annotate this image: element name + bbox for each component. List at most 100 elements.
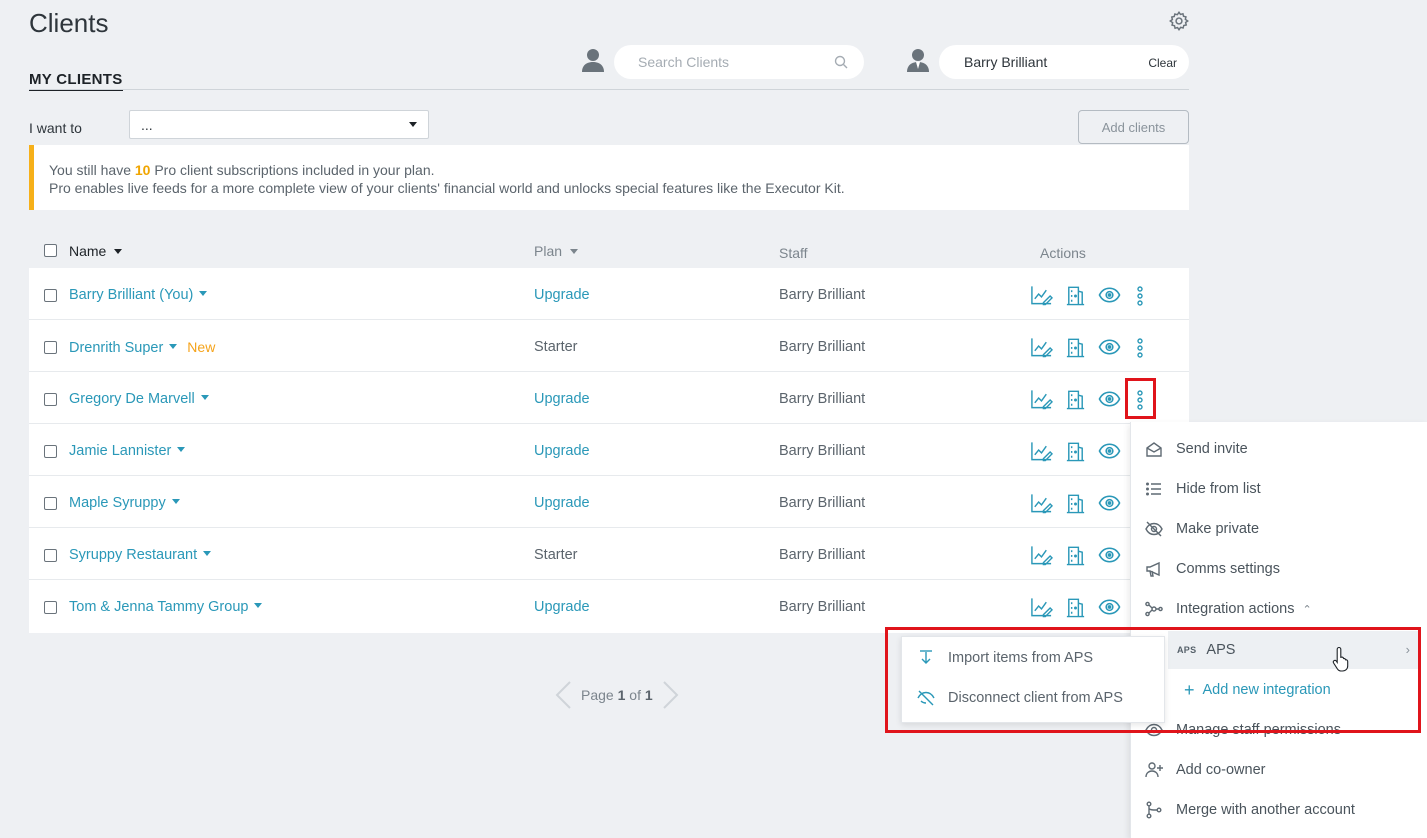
aps-integration-item[interactable]: APS APS › [1168,631,1418,669]
upgrade-plan-link[interactable]: Upgrade [534,443,590,459]
staff-name: Barry Brilliant [779,339,866,355]
name-column-header[interactable]: Name [69,243,123,259]
edit-chart-icon[interactable] [1030,544,1053,566]
integration-submenu: APS APS › + Add new integration [1168,631,1418,711]
menu-item-label: Add co-owner [1176,762,1266,778]
page-prefix: Page [581,687,618,703]
building-door-icon[interactable] [1064,336,1087,358]
select-all-checkbox[interactable] [44,244,57,257]
staff-name: Barry Brilliant [779,287,866,303]
plan-column-header[interactable]: Plan [534,243,578,259]
plan-label: Starter [534,339,578,355]
hand-pointer-cursor-icon [1332,646,1352,672]
menu-item-manage-staff-permissions[interactable]: Manage staff permissions [1131,710,1427,750]
add-clients-button[interactable]: Add clients [1078,110,1189,144]
import-arrow-icon [917,649,935,667]
edit-chart-icon[interactable] [1030,336,1053,358]
caret-down-icon[interactable] [177,447,186,453]
client-name-link[interactable]: Jamie Lannister [69,443,186,459]
edit-chart-icon[interactable] [1030,388,1053,410]
building-door-icon[interactable] [1064,284,1087,306]
add-new-integration-item[interactable]: + Add new integration [1168,671,1418,709]
pagination: Page 1 of 1 [553,680,681,710]
page-title: Clients [29,8,109,38]
table-row: Maple Syruppy Upgrade Barry Brilliant [29,476,1189,528]
staff-filter[interactable]: Barry Brilliant Clear [939,45,1189,79]
row-checkbox[interactable] [44,445,57,458]
caret-down-icon[interactable] [199,291,208,297]
row-actions [1030,284,1121,306]
menu-item-label: Hide from list [1176,481,1261,497]
eye-icon[interactable] [1098,388,1121,410]
plan-label: Starter [534,547,578,563]
menu-item-comms-settings[interactable]: Comms settings [1131,549,1427,589]
edit-chart-icon[interactable] [1030,596,1053,618]
client-name-link[interactable]: Syruppy Restaurant [69,547,212,563]
caret-down-icon[interactable] [203,551,212,557]
menu-item-add-co-owner[interactable]: Add co-owner [1131,750,1427,790]
client-name-link[interactable]: Maple Syruppy [69,495,180,511]
eye-icon[interactable] [1098,544,1121,566]
client-name-link[interactable]: Tom & Jenna Tammy Group [69,599,263,615]
eye-icon[interactable] [1098,284,1121,306]
edit-chart-icon[interactable] [1030,492,1053,514]
settings-gear-icon[interactable] [1168,10,1190,32]
caret-down-icon[interactable] [254,603,263,609]
building-door-icon[interactable] [1064,544,1087,566]
caret-down-icon[interactable] [171,499,180,505]
eye-icon[interactable] [1098,440,1121,462]
row-checkbox[interactable] [44,497,57,510]
notice-count: 10 [134,162,151,178]
search-icon[interactable] [834,55,848,69]
menu-item-label: Make private [1176,521,1260,537]
menu-item-make-private[interactable]: Make private [1131,509,1427,549]
i-want-to-label: I want to [29,120,82,136]
menu-item-send-invite[interactable]: Send invite [1131,429,1427,469]
upgrade-plan-link[interactable]: Upgrade [534,287,590,303]
next-page-icon[interactable] [661,680,681,710]
page-total: 1 [644,687,653,703]
row-checkbox[interactable] [44,289,57,302]
clear-staff-filter-button[interactable]: Clear [1148,56,1177,70]
menu-item-hide-from-list[interactable]: Hide from list [1131,469,1427,509]
row-checkbox[interactable] [44,601,57,614]
client-name-label: Maple Syruppy [69,495,166,511]
building-door-icon[interactable] [1064,440,1087,462]
tab-my-clients[interactable]: MY CLIENTS [29,71,123,91]
row-checkbox[interactable] [44,341,57,354]
menu-item-merge-with-another-account[interactable]: Merge with another account [1131,790,1427,830]
client-name-link[interactable]: Gregory De Marvell [69,391,209,407]
building-door-icon[interactable] [1064,492,1087,514]
eye-icon[interactable] [1098,492,1121,514]
eye-icon[interactable] [1098,336,1121,358]
import-items-from-aps-item[interactable]: Import items from APS [902,638,1166,678]
notice-line-2: Pro enables live feeds for a more comple… [49,180,845,196]
row-checkbox[interactable] [44,549,57,562]
search-input[interactable] [638,54,828,70]
upgrade-plan-link[interactable]: Upgrade [534,599,590,615]
kebab-menu-icon[interactable] [1133,285,1147,307]
upgrade-plan-link[interactable]: Upgrade [534,391,590,407]
caret-down-icon[interactable] [200,395,209,401]
upgrade-plan-link[interactable]: Upgrade [534,495,590,511]
building-door-icon[interactable] [1064,596,1087,618]
menu-item-integration-actions[interactable]: Integration actions ⌃ [1131,589,1427,629]
row-actions [1030,596,1121,618]
edit-chart-icon[interactable] [1030,440,1053,462]
client-name-link[interactable]: Barry Brilliant (You) [69,287,208,303]
aps-integration-label: APS [1206,642,1236,658]
menu-item-label: Integration actions [1176,601,1295,617]
chevron-right-icon: › [1405,642,1410,657]
kebab-menu-icon[interactable] [1133,337,1147,359]
prev-page-icon[interactable] [553,680,573,710]
building-door-icon[interactable] [1064,388,1087,410]
eye-icon[interactable] [1098,596,1121,618]
table-row: Tom & Jenna Tammy Group Upgrade Barry Bril… [29,580,1189,632]
search-clients-field[interactable] [614,45,864,79]
disconnect-client-from-aps-item[interactable]: Disconnect client from APS [902,678,1166,718]
client-name-link[interactable]: Drenrith Super New [69,339,215,356]
row-checkbox[interactable] [44,393,57,406]
i-want-to-select[interactable]: ... [129,110,429,139]
edit-chart-icon[interactable] [1030,284,1053,306]
caret-down-icon[interactable] [169,344,178,350]
